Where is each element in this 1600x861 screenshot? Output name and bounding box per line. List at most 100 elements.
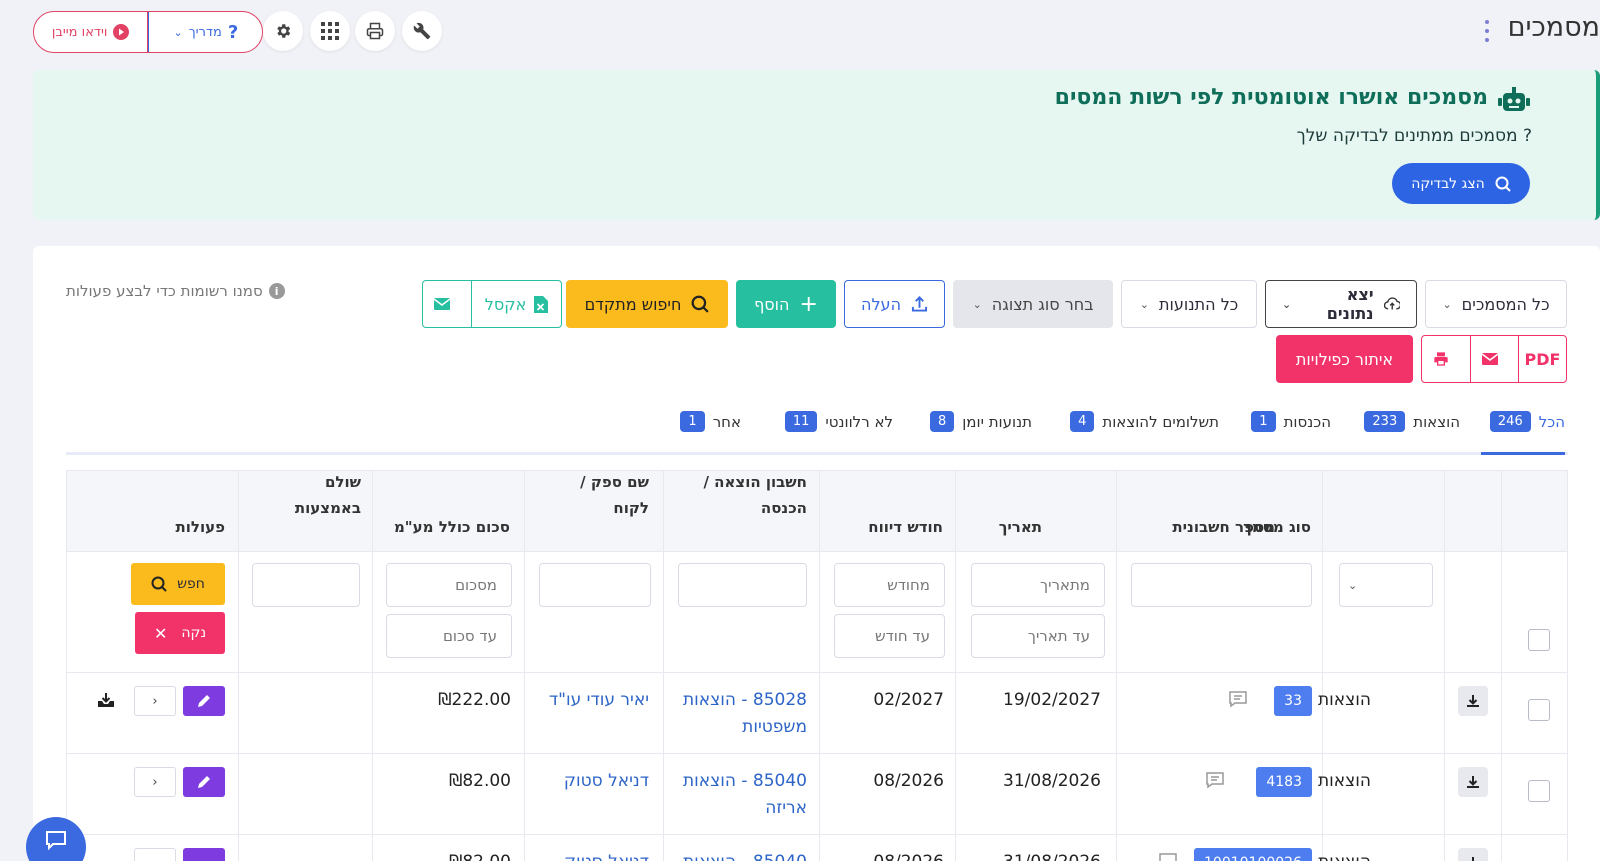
tab-other[interactable]: אחר 1 [680,411,741,432]
row-expand-button[interactable]: › [134,767,176,797]
to-month-filter[interactable]: עד חודש [834,614,945,658]
from-date-filter[interactable]: מתאריך [971,563,1105,607]
filter-search-button[interactable]: חפש [131,563,225,605]
guide-help-icon: ? [227,21,239,43]
filter-clear-button[interactable]: נקה ✕ [135,612,225,654]
invoice-id-badge[interactable]: 33 [1274,686,1312,716]
row-download-button[interactable] [1458,767,1488,797]
paid-by-filter[interactable] [252,563,360,607]
tab-income[interactable]: הכנסות 1 [1251,411,1331,432]
all-movements-dropdown[interactable]: כל התנועות ⌄ [1121,280,1257,328]
guide-dropdown[interactable]: ? מדריך ⌄ [148,12,262,52]
chevron-down-icon: ⌄ [1348,578,1358,592]
export-data-dropdown[interactable]: יצא נתונים ⌄ [1265,280,1417,328]
row-amount: ₪82.00 [449,771,511,791]
row-download-button[interactable] [1458,686,1488,716]
row-doc-type: הוצאות [1318,852,1371,861]
row-report-month: 08/2026 [873,852,944,861]
mail-icon [1481,353,1498,365]
tab-count-badge: 8 [929,411,955,432]
tab-active-indicator [1481,452,1565,455]
pencil-icon [198,695,210,707]
row-supplier-link[interactable]: דניאל סטוק [564,849,649,861]
video-button[interactable]: וידאו מייבן [34,12,149,52]
row-expand-button[interactable]: › [134,686,176,716]
tab-irrelevant[interactable]: לא רלוונטי 11 [784,411,893,432]
invoice-number-filter[interactable] [1131,563,1312,607]
info-icon: i [268,283,285,299]
chevron-right-icon: › [152,693,158,709]
pdf-email-button[interactable] [1470,336,1508,382]
excel-button[interactable]: אקסל [471,281,561,327]
supplier-filter[interactable] [539,563,651,607]
header-account: חשבון הוצאה / הכנסה [703,473,807,517]
from-month-filter[interactable]: מחודש [834,563,945,607]
advanced-search-button[interactable]: חיפוש מתקדם [566,280,728,328]
invoice-id-badge[interactable]: 4183 [1256,767,1312,797]
find-duplicates-button[interactable]: איתור כפילויות [1276,335,1413,383]
edit-button[interactable] [183,686,225,716]
video-label: וידאו מייבן [51,24,108,40]
search-icon [692,295,710,313]
row-supplier-link[interactable]: יאיר עודי עו"ד [549,687,649,714]
tab-count-badge: 11 [784,411,818,432]
pdf-print-button[interactable] [1422,336,1460,382]
inbox-download-icon[interactable] [97,692,115,712]
print-button[interactable] [355,11,395,51]
mail-icon [434,298,450,310]
invoice-id-badge[interactable]: 10010100026 [1194,848,1312,861]
tab-expense-payments[interactable]: תשלומים להוצאות 4 [1070,411,1219,432]
grid-icon [321,22,339,40]
view-type-dropdown[interactable]: בחר סוג תצוגה ⌄ [953,280,1113,328]
select-all-checkbox[interactable] [1528,629,1550,651]
show-for-review-button[interactable]: הצג לבדיקה [1392,163,1530,204]
tab-expenses[interactable]: הוצאות 233 [1364,411,1460,432]
pdf-button-group: PDF [1421,335,1567,383]
row-account-link[interactable]: 85040 - הוצאות אריזה [683,768,807,822]
header-invoice-number: מספר חשבונית [1172,517,1275,536]
play-icon [113,24,130,40]
row-account-link[interactable]: 85028 - הוצאות משפטיות [683,687,807,741]
row-amount: ₪222.00 [438,690,511,710]
edit-button[interactable] [183,848,225,861]
printer-icon [366,22,384,40]
edit-button[interactable] [183,767,225,797]
comment-icon[interactable] [1158,852,1178,861]
to-amount-filter[interactable]: עד סכום [386,614,512,658]
excel-email-button[interactable] [423,281,461,327]
add-button[interactable]: + הוסף [736,280,836,328]
search-icon [151,576,167,592]
excel-button-group: אקסל [422,280,562,328]
comment-icon[interactable] [1228,690,1248,712]
pdf-button[interactable]: PDF [1518,336,1566,382]
doc-type-filter-select[interactable]: ⌄ [1339,563,1433,607]
from-amount-filter[interactable]: מסכום [386,563,512,607]
row-checkbox[interactable] [1528,699,1550,721]
tab-journal-entries[interactable]: תנועות יומן 8 [929,411,1032,432]
tab-all[interactable]: הכל 246 [1489,411,1565,432]
download-icon [1472,857,1474,861]
row-report-month: 08/2026 [873,771,944,791]
download-icon [1467,776,1479,788]
account-filter[interactable] [678,563,807,607]
more-options-icon[interactable] [1484,20,1490,42]
row-download-button[interactable] [1458,848,1488,861]
settings-button[interactable] [263,11,303,51]
row-checkbox[interactable] [1528,780,1550,802]
wrench-button[interactable] [402,11,442,51]
row-account-link[interactable]: 85040 - הוצאות [683,849,807,861]
all-documents-dropdown[interactable]: כל המסמכים ⌄ [1425,280,1567,328]
tab-count-badge: 233 [1364,411,1406,432]
excel-icon [534,295,549,313]
header-report-month: חודש דיווח [868,517,943,536]
apps-button[interactable] [310,11,350,51]
selection-hint: i סמנו רשומות כדי לבצע פעולות [66,282,285,300]
comment-icon[interactable] [1205,771,1225,793]
row-supplier-link[interactable]: דניאל סטוק [564,768,649,795]
row-expand-button[interactable] [134,848,176,861]
upload-button[interactable]: העלה [844,280,945,328]
banner-subtitle: ? מסמכים ממתינים לבדיקה שלך [1296,126,1532,146]
tab-count-badge: 246 [1489,411,1531,432]
tabs-divider [66,452,1568,455]
to-date-filter[interactable]: עד תאריך [971,614,1105,658]
